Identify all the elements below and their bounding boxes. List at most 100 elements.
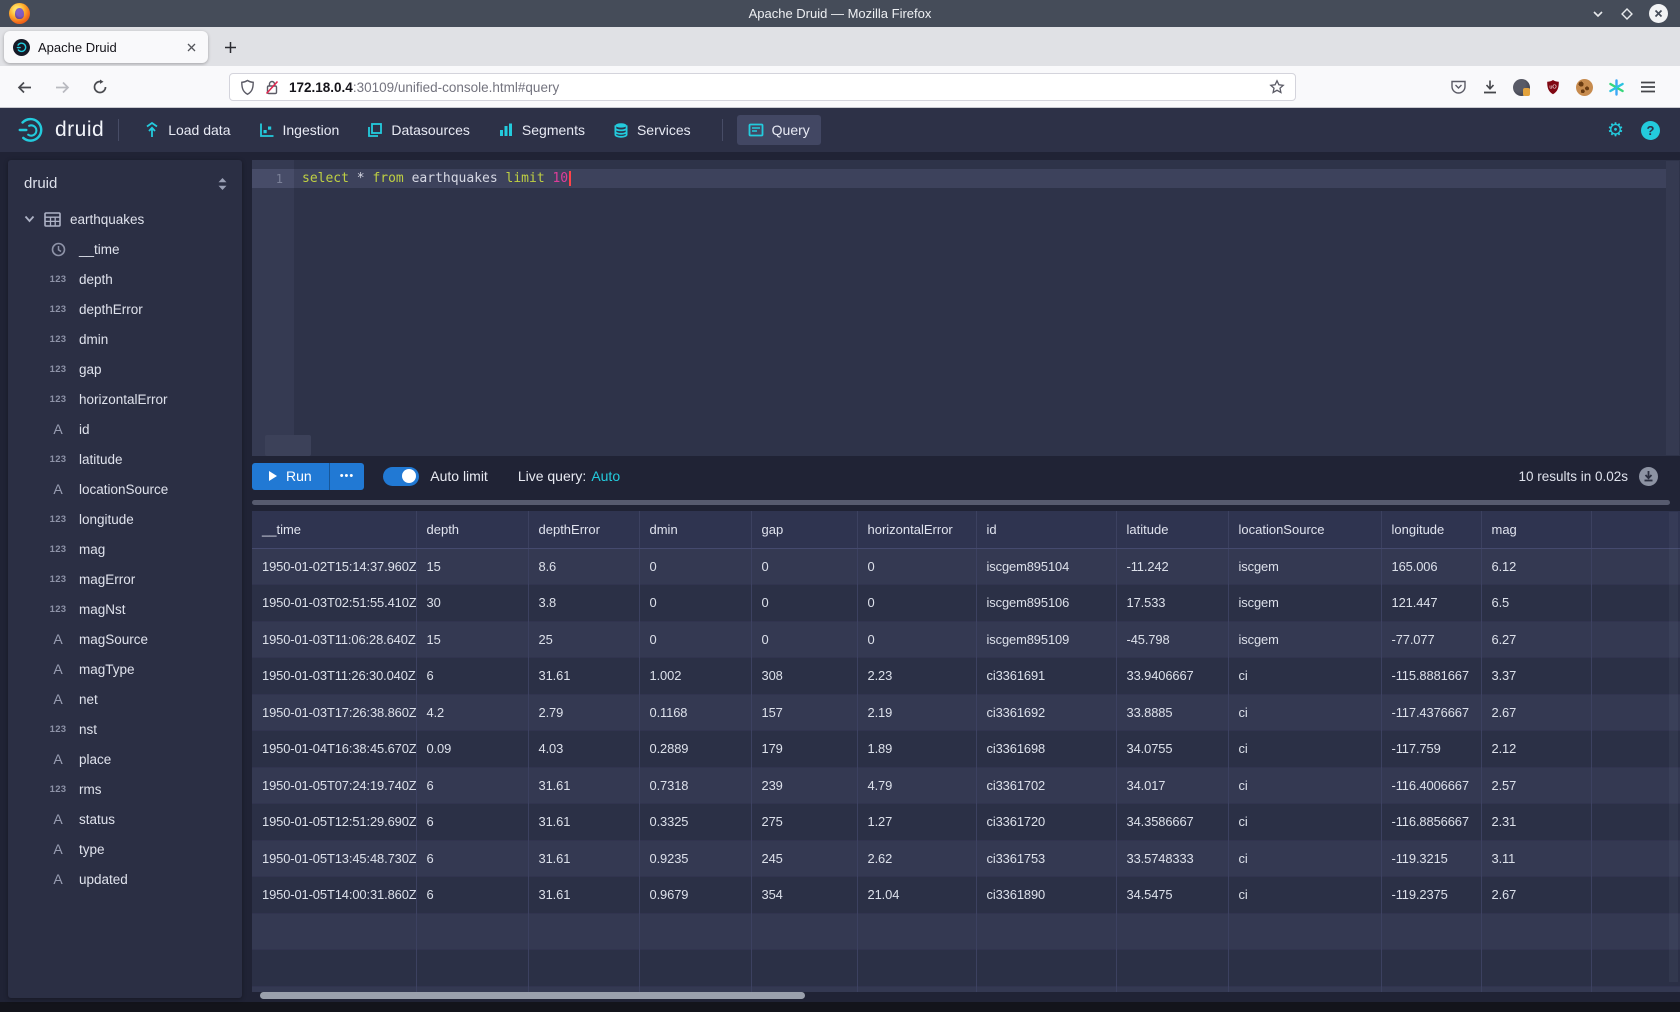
table-cell[interactable]: 0.9679 [639,877,751,914]
ublock-icon[interactable]: uO [1545,79,1561,96]
tracking-shield-icon[interactable] [240,79,255,96]
table-cell[interactable]: 3.11 [1481,840,1591,877]
table-cell[interactable]: 31.61 [528,658,639,695]
table-cell[interactable]: 1950-01-05T12:51:29.690Z [252,804,416,841]
table-cell[interactable]: 34.017 [1116,767,1228,804]
table-cell[interactable]: 6 [416,840,528,877]
table-cell[interactable]: 0 [857,585,976,622]
table-cell[interactable]: 0 [857,621,976,658]
table-cell[interactable]: 1.27 [857,804,976,841]
table-cell[interactable]: 33.8885 [1116,694,1228,731]
table-cell[interactable]: 4.2 [416,694,528,731]
table-cell[interactable]: 275 [751,804,857,841]
table-cell[interactable]: 0 [639,548,751,585]
table-cell[interactable]: iscgem [1228,585,1381,622]
table-cell[interactable]: 0 [857,548,976,585]
table-cell[interactable]: 0.1168 [639,694,751,731]
table-cell[interactable]: 21.04 [857,877,976,914]
table-cell[interactable]: 1950-01-05T07:24:19.740Z [252,767,416,804]
table-cell[interactable]: ci [1228,767,1381,804]
url-bar[interactable]: 172.18.0.4:30109/unified-console.html#qu… [229,73,1296,101]
sidebar-column-mag[interactable]: 123mag [8,534,242,564]
table-cell[interactable]: iscgem895106 [976,585,1116,622]
table-cell[interactable]: 0.09 [416,731,528,768]
insecure-lock-icon[interactable] [264,79,280,96]
asterisk-extension-icon[interactable] [1608,79,1625,96]
table-cell[interactable]: -45.798 [1116,621,1228,658]
sidebar-column-net[interactable]: Anet [8,684,242,714]
table-cell[interactable]: ci3361702 [976,767,1116,804]
table-cell[interactable]: 2.19 [857,694,976,731]
sidebar-column-longitude[interactable]: 123longitude [8,504,242,534]
sidebar-column-latitude[interactable]: 123latitude [8,444,242,474]
sidebar-column-status[interactable]: Astatus [8,804,242,834]
browser-tab[interactable]: Apache Druid [4,31,208,63]
table-cell[interactable]: 0 [751,621,857,658]
table-cell[interactable]: 33.5748333 [1116,840,1228,877]
menu-hamburger-icon[interactable] [1640,80,1656,94]
table-cell[interactable]: -116.4006667 [1381,767,1481,804]
table-cell[interactable]: 6 [416,877,528,914]
table-cell[interactable]: 2.12 [1481,731,1591,768]
table-cell[interactable]: ci3361692 [976,694,1116,731]
table-cell[interactable]: 30 [416,585,528,622]
extension-icon[interactable] [1513,79,1530,96]
table-cell[interactable]: 0 [751,585,857,622]
table-cell[interactable]: -77.077 [1381,621,1481,658]
sidebar-column-magType[interactable]: AmagType [8,654,242,684]
table-cell[interactable]: ci [1228,731,1381,768]
table-cell[interactable]: ci3361698 [976,731,1116,768]
table-cell[interactable]: -119.3215 [1381,840,1481,877]
table-cell[interactable]: 165.006 [1381,548,1481,585]
table-cell[interactable]: 4.03 [528,731,639,768]
table-cell[interactable]: 0.7318 [639,767,751,804]
table-cell[interactable]: 1950-01-03T11:26:30.040Z [252,658,416,695]
help-icon[interactable]: ? [1641,121,1660,140]
sidebar-column-locationSource[interactable]: AlocationSource [8,474,242,504]
table-cell[interactable]: 15 [416,621,528,658]
nav-load-data[interactable]: Load data [133,115,241,145]
sidebar-column-updated[interactable]: Aupdated [8,864,242,894]
sidebar-column-depth[interactable]: 123depth [8,264,242,294]
table-cell[interactable]: 31.61 [528,840,639,877]
table-cell[interactable]: 0.2889 [639,731,751,768]
back-button[interactable] [12,75,36,99]
table-cell[interactable]: 6 [416,767,528,804]
run-button[interactable]: Run [252,463,329,490]
download-results-icon[interactable] [1639,467,1658,486]
sidebar-column-place[interactable]: Aplace [8,744,242,774]
table-cell[interactable]: 1950-01-02T15:14:37.960Z [252,548,416,585]
table-cell[interactable]: iscgem [1228,548,1381,585]
table-cell[interactable]: 1950-01-05T13:45:48.730Z [252,840,416,877]
cookie-extension-icon[interactable] [1576,79,1593,96]
sidebar-column-nst[interactable]: 123nst [8,714,242,744]
table-cell[interactable]: 1950-01-05T14:00:31.860Z [252,877,416,914]
live-query-control[interactable]: Live query:Auto [518,468,620,484]
table-cell[interactable]: 1.002 [639,658,751,695]
sql-editor[interactable]: 1 select * from earthquakes limit 10 [252,160,1680,456]
table-cell[interactable]: 15 [416,548,528,585]
table-cell[interactable]: 157 [751,694,857,731]
column-header-dmin[interactable]: dmin [639,511,751,548]
nav-services[interactable]: Services [602,115,702,145]
run-more-button[interactable]: ••• [329,463,365,490]
downloads-icon[interactable] [1482,79,1498,95]
table-cell[interactable]: 2.31 [1481,804,1591,841]
table-cell[interactable]: 2.62 [857,840,976,877]
reload-button[interactable] [88,75,112,99]
druid-brand[interactable]: druid [16,115,104,145]
forward-button[interactable] [50,75,74,99]
table-cell[interactable]: 34.3586667 [1116,804,1228,841]
table-cell[interactable]: 33.9406667 [1116,658,1228,695]
table-cell[interactable]: 2.57 [1481,767,1591,804]
table-cell[interactable]: 8.6 [528,548,639,585]
table-cell[interactable]: 121.447 [1381,585,1481,622]
table-cell[interactable]: 2.67 [1481,877,1591,914]
editor-hscrollbar-thumb[interactable] [265,435,311,456]
table-cell[interactable]: 25 [528,621,639,658]
nav-query[interactable]: Query [737,115,821,145]
table-cell[interactable]: 1950-01-03T17:26:38.860Z [252,694,416,731]
table-cell[interactable]: 31.61 [528,767,639,804]
sidebar-column-__time[interactable]: __time [8,234,242,264]
table-cell[interactable]: 1950-01-03T02:51:55.410Z [252,585,416,622]
